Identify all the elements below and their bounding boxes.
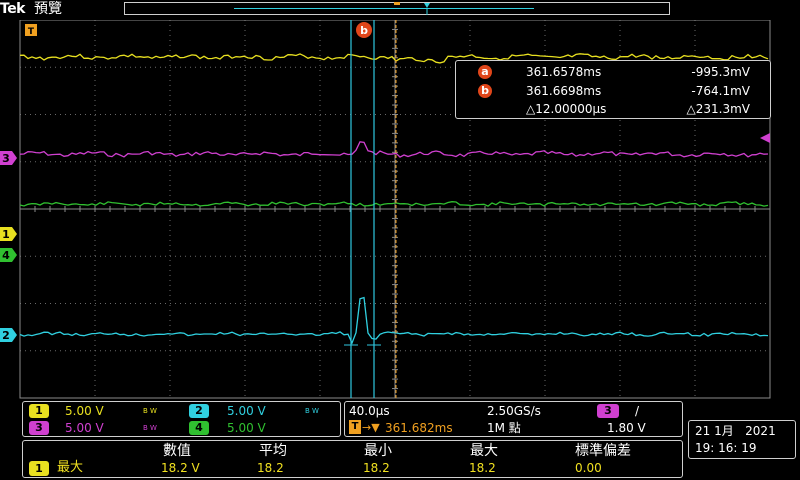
cursor-a-value: -995.3mV <box>691 65 750 79</box>
cursor-b-value: -764.1mV <box>691 84 750 98</box>
meas-stddev: 0.00 <box>575 461 602 475</box>
ch4-trace <box>19 201 769 207</box>
ch4-marker-label: 4 <box>2 249 10 262</box>
meas-name: 最大 <box>57 460 84 475</box>
top-bar: Tek 預覽 <box>0 0 800 20</box>
cursor-b-badge: b <box>478 84 492 98</box>
record-trigger-marker <box>394 2 400 5</box>
brand-logo: Tek <box>0 1 26 17</box>
channel-settings-panel[interactable]: 1 5.00 V B W 2 5.00 V B W 3 5.00 V B W 4… <box>22 401 341 437</box>
record-length: 1M 點 <box>487 421 521 435</box>
trigger-level[interactable]: 1.80 V <box>607 420 646 436</box>
date-text: 21 1月 2021 <box>695 424 776 438</box>
meas-min: 18.2 <box>363 461 390 475</box>
trigger-level-marker <box>760 133 770 143</box>
ch3-marker-label: 3 <box>2 152 10 165</box>
ch2-bw-limit-icon: B W <box>305 407 319 415</box>
acquisition-state: 預覽 <box>34 1 62 17</box>
meas-mean: 18.2 <box>257 461 284 475</box>
sample-rate: 2.50GS/s <box>487 404 541 418</box>
measurement-panel[interactable]: 數值 平均 最小 最大 標準偏差 1 最大 18.2 V 18.2 18.2 1… <box>22 440 683 478</box>
horizontal-position[interactable]: 361.682ms <box>385 420 453 436</box>
waveform-display[interactable]: bT3142T a 361.6578ms -995.3mV b 361.6698… <box>0 20 800 400</box>
ch1-marker-label: 1 <box>2 228 10 241</box>
timebase-trigger-panel[interactable]: 40.0µs 2.50GS/s 3 / T →▼ 361.682ms 1M 點 … <box>344 401 683 437</box>
ch2-setting[interactable]: 2 5.00 V B W <box>185 403 341 419</box>
ch1-setting[interactable]: 1 5.00 V B W <box>23 403 183 419</box>
ch1-badge: 1 <box>29 404 49 418</box>
date-time: 21 1月 2021 19: 16: 19 <box>688 420 796 459</box>
meas-header-max: 最大 <box>470 443 498 459</box>
ch3-setting[interactable]: 3 5.00 V B W <box>23 420 183 436</box>
ch1-bw-limit-icon: B W <box>143 407 157 415</box>
ch4-badge: 4 <box>189 421 209 435</box>
ch3-trace <box>19 141 769 158</box>
cursor-readout: a 361.6578ms -995.3mV b 361.6698ms -764.… <box>455 60 771 119</box>
trigger-slope-icon: / <box>635 404 640 418</box>
cursor-delta-row: △12.00000µs △231.3mV <box>456 100 772 118</box>
meas-channel-badge: 1 <box>29 461 49 476</box>
time-text: 19: 16: 19 <box>695 441 757 455</box>
meas-header-stddev: 標準偏差 <box>575 443 631 459</box>
cursor-a-row: a 361.6578ms -995.3mV <box>456 63 772 81</box>
ch2-trace <box>19 296 769 345</box>
trigger-position-icon: T <box>349 420 361 434</box>
ch1-scale: 5.00 V <box>65 404 104 418</box>
arrow-right-icon: →▼ <box>362 421 380 434</box>
trigger-marker-label: T <box>28 27 35 37</box>
cursor-b-row: b 361.6698ms -764.1mV <box>456 82 772 100</box>
ch2-marker-label: 2 <box>2 329 10 342</box>
ch3-badge: 3 <box>29 421 49 435</box>
record-expansion-marker <box>424 3 430 8</box>
horizontal-scale[interactable]: 40.0µs <box>349 403 390 419</box>
ch3-bw-limit-icon: B W <box>143 424 157 432</box>
meas-header-min: 最小 <box>364 443 392 459</box>
record-view-bar[interactable] <box>124 2 670 15</box>
ch3-scale: 5.00 V <box>65 421 104 435</box>
meas-header-mean: 平均 <box>259 443 287 459</box>
trigger-source-badge: 3 <box>597 404 619 418</box>
ch4-scale: 5.00 V <box>227 421 266 435</box>
cursor-a-badge: a <box>478 65 492 79</box>
ch4-setting[interactable]: 4 5.00 V <box>185 420 341 436</box>
meas-max: 18.2 <box>469 461 496 475</box>
meas-value: 18.2 V <box>161 461 200 475</box>
meas-header-value: 數值 <box>163 443 191 459</box>
cursor-delta-value: △231.3mV <box>686 102 750 116</box>
cursor-b-badge-label: b <box>360 24 368 37</box>
ch2-badge: 2 <box>189 404 209 418</box>
ch2-scale: 5.00 V <box>227 404 266 418</box>
